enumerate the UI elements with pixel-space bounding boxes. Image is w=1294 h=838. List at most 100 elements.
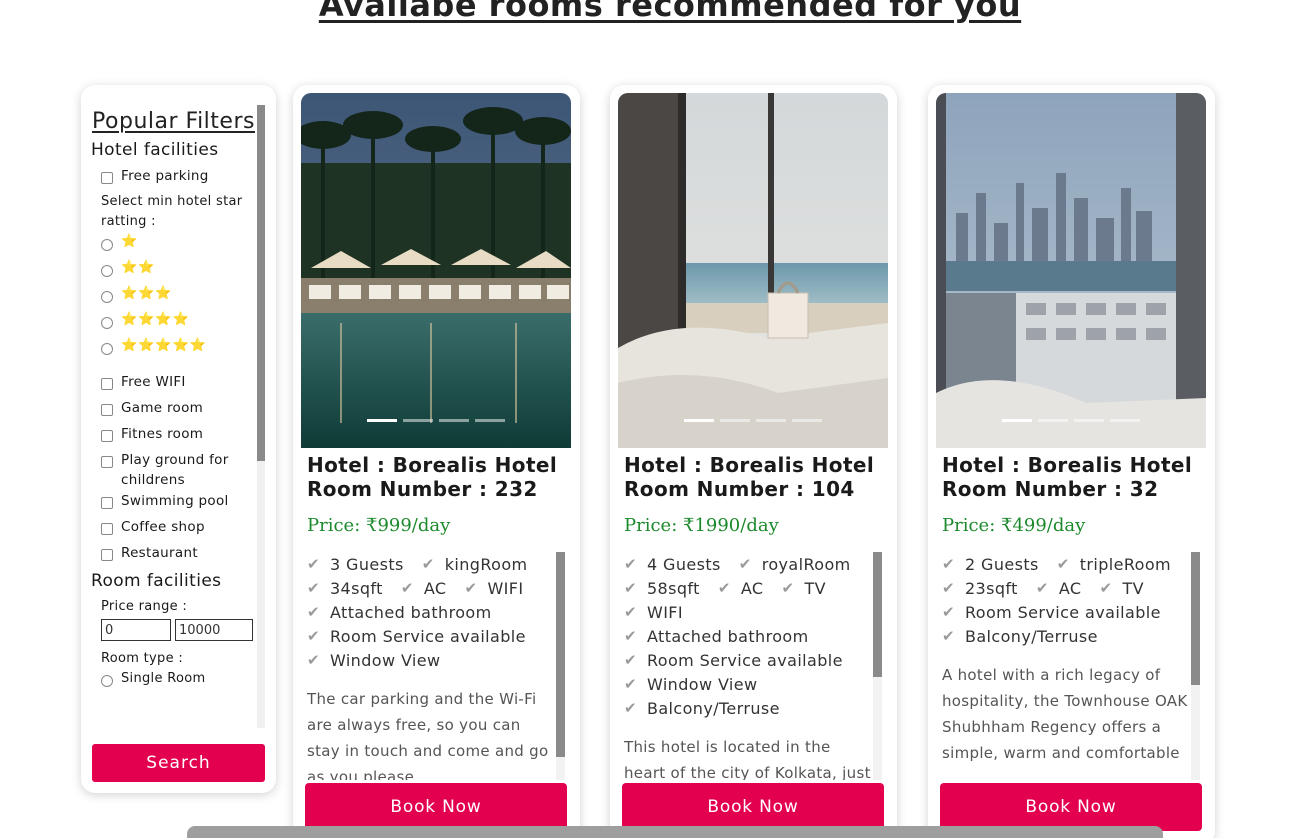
filters-scroll-area[interactable]: Popular Filters Hotel facilities Free pa… [91, 105, 266, 745]
feature-list: ✔ 2 Guests ✔ tripleRoom ✔ 23sqft ✔ AC ✔ TV ✔ Room S… [942, 552, 1190, 648]
scrollbar-thumb[interactable] [1191, 552, 1200, 685]
carousel-dot[interactable] [439, 419, 469, 422]
features-scroll-area[interactable]: ✔ 3 Guests ✔ kingRoom ✔ 34sqft ✔ AC ✔ WIFI ✔ Attach… [307, 552, 555, 781]
star-option-2[interactable]: ⭐⭐ [101, 258, 266, 284]
features-scrollbar[interactable] [873, 552, 882, 780]
carousel-dot[interactable] [403, 419, 433, 422]
check-icon: ✔ [307, 651, 320, 669]
feature-item: ✔ 3 Guests [307, 552, 404, 576]
features-scrollbar[interactable] [1191, 552, 1200, 780]
carousel-dot[interactable] [1002, 419, 1032, 422]
carousel-indicators[interactable] [1002, 419, 1140, 422]
carousel-dot[interactable] [1038, 419, 1068, 422]
checkbox[interactable] [101, 378, 113, 390]
carousel-dot[interactable] [1074, 419, 1104, 422]
radio[interactable] [101, 343, 113, 355]
check-icon: ✔ [624, 651, 637, 669]
carousel-dot[interactable] [684, 419, 714, 422]
resort-pool-image [301, 93, 571, 448]
star-option-1[interactable]: ⭐ [101, 232, 266, 258]
feature-list: ✔ 4 Guests ✔ royalRoom ✔ 58sqft ✔ AC ✔ TV ✔ WIFI ✔ At… [624, 552, 872, 720]
filters-scrollbar[interactable] [257, 105, 265, 728]
checkbox[interactable] [101, 456, 113, 468]
feature-label: tripleRoom [1079, 554, 1172, 574]
book-now-button[interactable]: Book Now [940, 783, 1202, 831]
check-icon: ✔ [1035, 579, 1049, 597]
price-min-input[interactable] [101, 619, 171, 641]
carousel-dot[interactable] [756, 419, 786, 422]
feature-item: ✔ WIFI [624, 600, 683, 624]
star-rating-label: Select min hotel star ratting : [101, 194, 243, 229]
hotel-title: Hotel : Borealis Hotel Room Number : 232 [307, 453, 558, 501]
star-icons: ⭐⭐⭐ [121, 286, 173, 301]
feature-item: ✔ AC [401, 576, 447, 600]
scrollbar-thumb[interactable] [556, 552, 565, 757]
check-icon: ✔ [624, 699, 637, 717]
carousel-dot[interactable] [1110, 419, 1140, 422]
star-option-5[interactable]: ⭐⭐⭐⭐⭐ [101, 336, 266, 362]
checkbox[interactable] [101, 172, 113, 184]
carousel-indicators[interactable] [684, 419, 822, 422]
check-icon: ✔ [1099, 579, 1113, 597]
feature-item: ✔ Room Service available [942, 600, 1161, 624]
radio[interactable] [101, 265, 113, 277]
checkbox[interactable] [101, 523, 113, 535]
features-scroll-area[interactable]: ✔ 4 Guests ✔ royalRoom ✔ 58sqft ✔ AC ✔ TV ✔ WIFI ✔ At… [624, 552, 872, 781]
radio[interactable] [101, 291, 113, 303]
filter-game-room[interactable]: Game room [101, 398, 266, 424]
room-type-option-label: Single Room [121, 671, 206, 686]
filter-swimming-pool[interactable]: Swimming pool [101, 491, 266, 517]
star-icons: ⭐⭐⭐⭐ [121, 312, 190, 327]
radio[interactable] [101, 675, 113, 687]
checkbox[interactable] [101, 549, 113, 561]
hotel-description: The car parking and the Wi-Fi are always… [307, 690, 549, 780]
checkbox[interactable] [101, 404, 113, 416]
checkbox[interactable] [101, 497, 113, 509]
carousel-dot[interactable] [367, 419, 397, 422]
room-type-single[interactable]: Single Room [101, 669, 266, 695]
carousel-dot[interactable] [792, 419, 822, 422]
checkbox[interactable] [101, 430, 113, 442]
feature-label: 23sqft [964, 578, 1018, 598]
filter-label: Coffee shop [121, 519, 205, 535]
carousel-dot[interactable] [720, 419, 750, 422]
book-now-button[interactable]: Book Now [305, 783, 567, 831]
feature-label: AC [1058, 578, 1082, 598]
hotel-price: Price: ₹1990/day [624, 515, 779, 536]
scrollbar-thumb[interactable] [873, 552, 882, 677]
check-icon: ✔ [942, 627, 955, 645]
features-scrollbar[interactable] [556, 552, 565, 780]
taskbar-dock[interactable] [187, 826, 1163, 838]
star-icons: ⭐⭐ [121, 260, 156, 275]
filter-free-parking[interactable]: Free parking [101, 166, 266, 192]
price-range-label: Price range : [101, 599, 188, 614]
hotel-image-carousel[interactable] [618, 93, 888, 448]
filter-fitness-room[interactable]: Fitnes room [101, 424, 266, 450]
radio[interactable] [101, 239, 113, 251]
feature-item: ✔ 4 Guests [624, 552, 721, 576]
hotel-image-carousel[interactable] [301, 93, 571, 448]
carousel-indicators[interactable] [367, 419, 505, 422]
features-scroll-area[interactable]: ✔ 2 Guests ✔ tripleRoom ✔ 23sqft ✔ AC ✔ TV ✔ Room S… [942, 552, 1190, 780]
search-button[interactable]: Search [92, 744, 265, 782]
filter-free-wifi[interactable]: Free WIFI [101, 372, 266, 398]
feature-item: ✔ Balcony/Terruse [942, 624, 1098, 648]
check-icon: ✔ [421, 555, 435, 573]
filter-coffee-shop[interactable]: Coffee shop [101, 517, 266, 543]
hotel-image-carousel[interactable] [936, 93, 1206, 448]
feature-label: royalRoom [761, 554, 851, 574]
radio[interactable] [101, 317, 113, 329]
room-facilities-title: Room facilities [91, 571, 222, 591]
star-option-3[interactable]: ⭐⭐⭐ [101, 284, 266, 310]
carousel-dot[interactable] [475, 419, 505, 422]
star-option-4[interactable]: ⭐⭐⭐⭐ [101, 310, 266, 336]
feature-item: ✔ Window View [307, 648, 441, 672]
scrollbar-thumb[interactable] [257, 105, 265, 461]
price-max-input[interactable] [175, 619, 253, 641]
book-now-button[interactable]: Book Now [622, 783, 884, 831]
feature-item: ✔ Attached bathroom [307, 600, 492, 624]
filter-restaurant[interactable]: Restaurant [101, 543, 266, 569]
filters-panel: Popular Filters Hotel facilities Free pa… [81, 85, 276, 793]
filter-playground[interactable]: Play ground for childrens [101, 450, 266, 491]
check-icon: ✔ [464, 579, 478, 597]
